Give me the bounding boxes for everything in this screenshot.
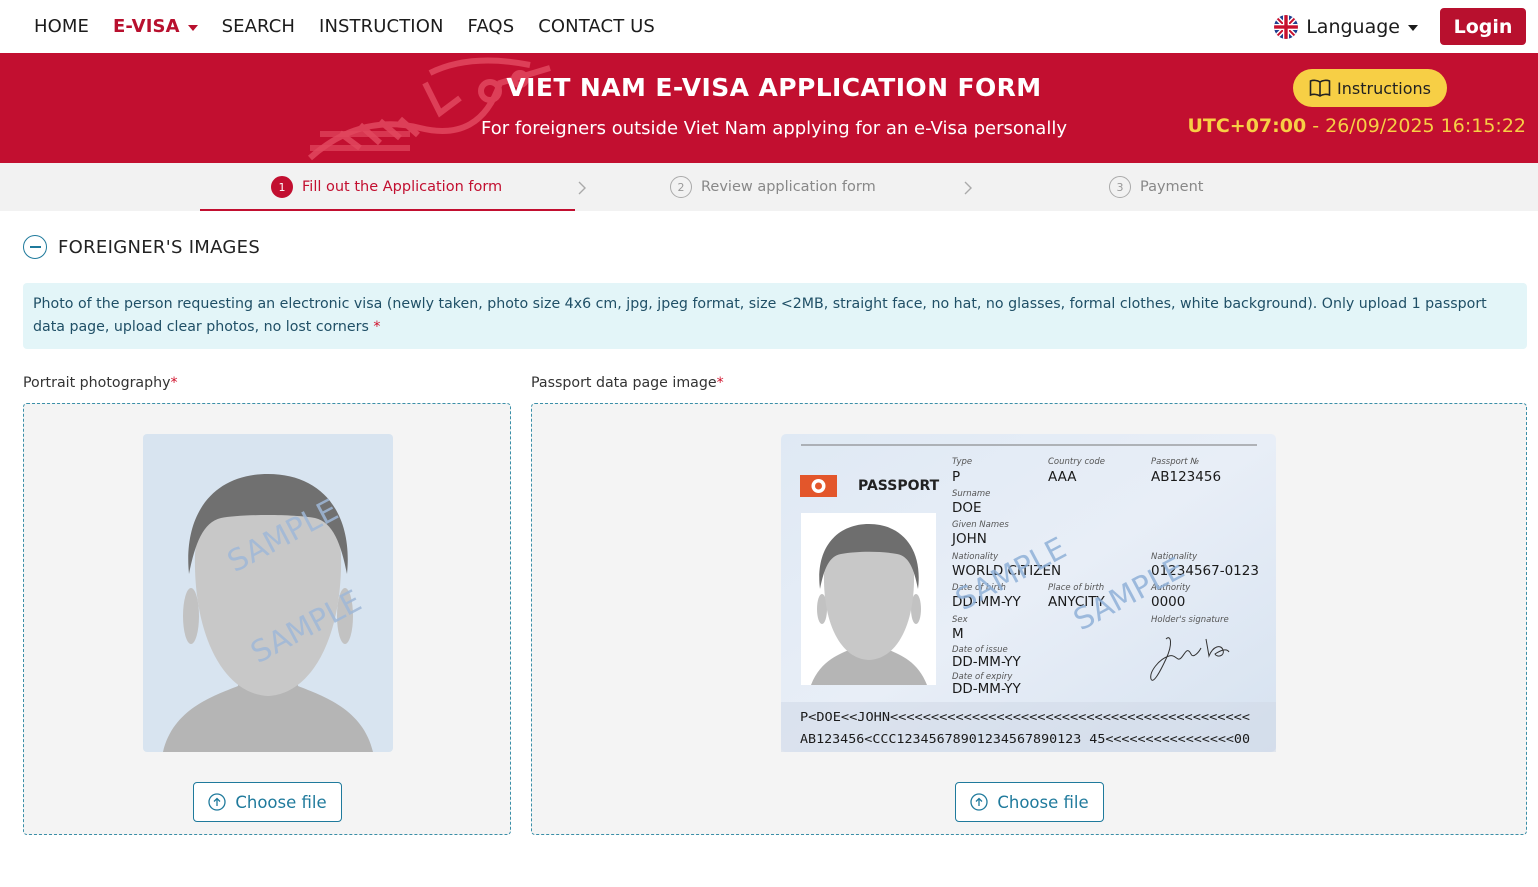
upload-arrow-icon (208, 793, 226, 811)
passport-field-label: Surname (952, 489, 990, 499)
section-title: FOREIGNER'S IMAGES (58, 236, 261, 258)
server-clock: UTC+07:00 - 26/09/2025 16:15:22 (1187, 115, 1526, 137)
nav-search-label: SEARCH (221, 16, 296, 37)
portrait-choose-file-button[interactable]: Choose file (193, 782, 342, 822)
chevron-right-icon (964, 181, 972, 195)
active-step-underline (200, 209, 575, 211)
notice-text: Photo of the person requesting an electr… (33, 296, 1487, 335)
nav-home[interactable]: HOME (34, 16, 89, 37)
nav-evisa-label: E-VISA (113, 16, 180, 37)
step-review[interactable]: 2 Review application form (670, 163, 876, 211)
login-button[interactable]: Login (1440, 8, 1526, 45)
step-number: 3 (1109, 176, 1131, 198)
portrait-upload-box[interactable]: SAMPLE SAMPLE Choose file (23, 403, 511, 835)
passport-field-label: Country code (1048, 457, 1105, 467)
nav-home-label: HOME (34, 16, 90, 37)
portrait-label: Portrait photography* (23, 375, 178, 391)
book-icon (1309, 79, 1331, 97)
login-label: Login (1453, 15, 1513, 38)
passport-field-value: JOHN (951, 531, 987, 547)
passport-label: Passport data page image* (531, 375, 724, 391)
progress-steps: 1 Fill out the Application form 2 Review… (0, 163, 1538, 211)
instructions-label: Instructions (1337, 78, 1431, 98)
passport-field-label: Nationality (952, 552, 999, 562)
nav-contact-us[interactable]: CONTACT US (538, 16, 655, 37)
step-payment[interactable]: 3 Payment (1109, 163, 1203, 211)
nav-instruction-label: INSTRUCTION (319, 16, 444, 37)
nav-faqs-label: FAQS (467, 16, 515, 37)
step-label: Fill out the Application form (302, 179, 503, 195)
header-banner: VIET NAM E-VISA APPLICATION FORM For for… (0, 53, 1538, 163)
required-mark: * (716, 375, 724, 391)
step-fill-form[interactable]: 1 Fill out the Application form (271, 163, 502, 211)
passport-label-text: Passport data page image (531, 375, 717, 391)
passport-field-label: Passport № (1151, 457, 1199, 467)
step-number: 2 (670, 176, 692, 198)
required-mark: * (373, 319, 381, 335)
uk-flag-icon (1274, 14, 1299, 39)
passport-choose-file-button[interactable]: Choose file (955, 782, 1104, 822)
required-mark: * (170, 375, 178, 391)
nav-instruction[interactable]: INSTRUCTION (319, 16, 443, 37)
passport-field-value: DD-MM-YY (952, 681, 1021, 697)
nav-search[interactable]: SEARCH (222, 16, 295, 37)
passport-field-value: P (952, 469, 960, 485)
timezone-label: UTC+07:00 (1187, 115, 1307, 137)
passport-field-value: AAA (1048, 469, 1077, 485)
nav-right: Language Login (1274, 8, 1526, 45)
nav-evisa[interactable]: E-VISA (113, 16, 198, 37)
passport-field-label: Holder's signature (1151, 615, 1229, 625)
step-number: 1 (271, 176, 293, 198)
portrait-label-text: Portrait photography (23, 375, 171, 391)
step-label: Payment (1140, 179, 1204, 195)
passport-heading: PASSPORT (858, 478, 940, 494)
mrz-line-1: P<DOE<<JOHN<<<<<<<<<<<<<<<<<<<<<<<<<<<<<… (800, 709, 1250, 724)
step-label: Review application form (701, 179, 876, 195)
dragon-decoration-icon (307, 57, 551, 161)
collapse-minus-icon[interactable] (23, 235, 47, 259)
choose-file-label: Choose file (235, 792, 327, 812)
mrz-line-2: AB123456<CCC12345678901234567890123 45<<… (800, 731, 1250, 746)
passport-field-value: DOE (952, 500, 982, 516)
top-navbar: HOME E-VISA SEARCH INSTRUCTION FAQS CONT… (0, 0, 1538, 53)
datetime-label: - 26/09/2025 16:15:22 (1306, 115, 1526, 137)
passport-field-value: DD-MM-YY (952, 654, 1021, 670)
language-caret-icon (1408, 24, 1418, 31)
passport-field-label: Type (952, 457, 972, 467)
passport-sample-image: PASSPORT Type Country code Passport № Su… (781, 434, 1276, 752)
passport-upload-box[interactable]: PASSPORT Type Country code Passport № Su… (531, 403, 1527, 835)
instructions-button[interactable]: Instructions (1293, 69, 1447, 107)
section-header: FOREIGNER'S IMAGES (23, 235, 260, 259)
nav-links: HOME E-VISA SEARCH INSTRUCTION FAQS CONT… (34, 16, 679, 37)
language-selector[interactable]: Language (1274, 14, 1418, 39)
upload-arrow-icon (970, 793, 988, 811)
portrait-sample-image: SAMPLE SAMPLE (143, 434, 393, 752)
choose-file-label: Choose file (997, 792, 1089, 812)
language-label: Language (1306, 15, 1400, 38)
chevron-right-icon (578, 181, 586, 195)
passport-field-value: M (952, 626, 964, 642)
nav-faqs[interactable]: FAQS (468, 16, 515, 37)
passport-field-label: Given Names (952, 520, 1009, 530)
nav-contact-label: CONTACT US (538, 16, 655, 37)
caret-down-icon (187, 24, 198, 31)
passport-field-value: AB123456 (1151, 469, 1221, 485)
image-requirements-notice: Photo of the person requesting an electr… (23, 283, 1527, 349)
